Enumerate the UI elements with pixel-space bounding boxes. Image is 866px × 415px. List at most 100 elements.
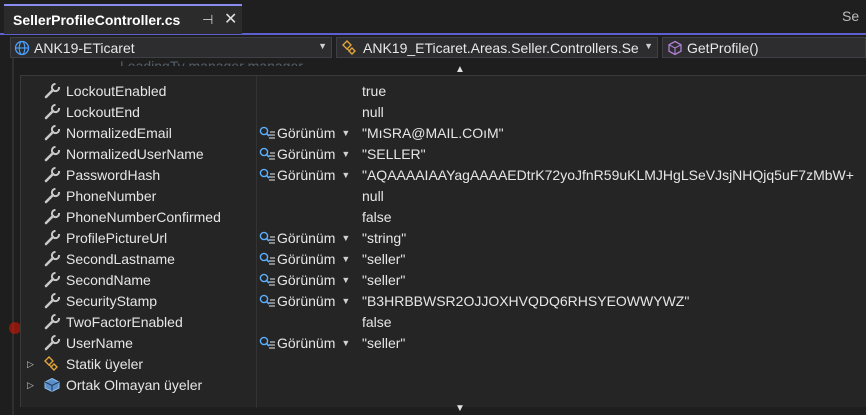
property-row[interactable]: LockoutEnabled true (21, 81, 866, 102)
visualizer-button[interactable]: Görünüm ▼ (259, 335, 350, 351)
chevron-down-icon[interactable]: ▼ (341, 170, 350, 180)
code-editor[interactable]: LeadingTy manager manager LockoutEnabled… (0, 58, 866, 415)
property-value[interactable]: false (362, 314, 392, 330)
pin-icon[interactable]: ⊣ (202, 12, 213, 28)
non-public-members-icon (43, 377, 61, 393)
text-visualizer-icon (259, 336, 275, 350)
chevron-down-icon[interactable]: ▼ (341, 128, 350, 138)
property-value[interactable]: true (362, 83, 386, 99)
property-row[interactable]: NormalizedUserName Görünüm ▼ "SELLER" (21, 144, 866, 165)
tab-overflow[interactable]: Se (842, 8, 859, 24)
property-value[interactable]: "string" (362, 230, 406, 246)
chevron-down-icon: ▼ (318, 41, 327, 51)
property-value[interactable]: false (362, 209, 392, 225)
visualizer-button[interactable]: Görünüm ▼ (259, 167, 350, 183)
visualizer-button[interactable]: Görünüm ▼ (259, 272, 350, 288)
property-name: NormalizedUserName (66, 146, 204, 162)
text-visualizer-icon (259, 252, 275, 266)
property-row[interactable]: PhoneNumber null (21, 186, 866, 207)
property-value[interactable]: "MıSRA@MAIL.COıM" (362, 125, 504, 141)
property-row[interactable]: ProfilePictureUrl Görünüm ▼ "string" (21, 228, 866, 249)
property-name: SecondName (66, 272, 151, 288)
property-name: PhoneNumberConfirmed (66, 209, 221, 225)
tab-sellerprofilecontroller[interactable]: SellerProfileController.cs ⊣ ✕ (4, 4, 242, 34)
member-group-row[interactable]: ▷ Ortak Olmayan üyeler (21, 375, 866, 396)
chevron-down-icon[interactable]: ▼ (341, 296, 350, 306)
editor-margin (12, 58, 14, 415)
chevron-down-icon[interactable]: ▼ (341, 233, 350, 243)
document-tab-strip: SellerProfileController.cs ⊣ ✕ Se (0, 0, 866, 35)
member-dropdown[interactable]: GetProfile() (662, 37, 866, 58)
property-name: ProfilePictureUrl (66, 230, 168, 246)
text-visualizer-icon (259, 147, 275, 161)
visualizer-button[interactable]: Görünüm ▼ (259, 230, 350, 246)
property-name: SecondLastname (66, 251, 175, 267)
group-name: Ortak Olmayan üyeler (66, 377, 203, 393)
property-name: PasswordHash (66, 167, 161, 183)
wrench-icon (43, 208, 61, 225)
property-value[interactable]: "seller" (362, 335, 405, 351)
property-value[interactable]: "seller" (362, 272, 405, 288)
property-row[interactable]: SecondName Görünüm ▼ "seller" (21, 270, 866, 291)
property-name: SecurityStamp (66, 293, 158, 309)
property-name: UserName (66, 335, 133, 351)
property-name: LockoutEnd (66, 104, 140, 120)
chevron-down-icon[interactable]: ▼ (341, 275, 350, 285)
visualizer-button[interactable]: Görünüm ▼ (259, 293, 350, 309)
property-value[interactable]: "SELLER" (362, 146, 426, 162)
member-group-row[interactable]: ▷ Statik üyeler (21, 354, 866, 375)
group-name: Statik üyeler (66, 356, 144, 372)
property-name: NormalizedEmail (66, 125, 172, 141)
wrench-icon (43, 292, 61, 309)
wrench-icon (43, 271, 61, 288)
visualizer-button[interactable]: Görünüm ▼ (259, 125, 350, 141)
property-row[interactable]: PasswordHash Görünüm ▼ "AQAAAAIAAYagAAAAEDt… (21, 165, 866, 186)
property-value[interactable]: "AQAAAAIAAYagAAAAEDtrK72yoJfnR59uKLMJHgL… (362, 167, 854, 183)
wrench-icon (43, 145, 61, 162)
type-dropdown[interactable]: ANK19_ETicaret.Areas.Seller.Controllers.… (336, 37, 658, 58)
property-value[interactable]: null (362, 188, 384, 204)
globe-icon (14, 40, 30, 55)
member-name: GetProfile() (687, 39, 759, 56)
property-row[interactable]: NormalizedEmail Görünüm ▼ "MıSRA@MAIL.COıM" (21, 123, 866, 144)
text-visualizer-icon (259, 273, 275, 287)
method-icon (668, 40, 682, 55)
expand-arrow-icon[interactable]: ▷ (27, 380, 34, 391)
property-row[interactable]: UserName Görünüm ▼ "seller" (21, 333, 866, 354)
wrench-icon (43, 229, 61, 246)
property-value[interactable]: "B3HRBBWSR2OJJOXHVQDQ6RHSYEOWWYWZ" (362, 293, 689, 309)
visualizer-label: Görünüm (277, 335, 336, 351)
code-line-peek: LeadingTy manager manager (120, 58, 303, 66)
property-row[interactable]: SecurityStamp Görünüm ▼ "B3HRBBWSR2OJJOXHVQ… (21, 291, 866, 312)
visualizer-button[interactable]: Görünüm ▼ (259, 146, 350, 162)
scroll-down-icon[interactable]: ▼ (455, 403, 465, 414)
tab-title: SellerProfileController.cs (13, 12, 181, 28)
text-visualizer-icon (259, 126, 275, 140)
text-visualizer-icon (259, 294, 275, 308)
property-value[interactable]: null (362, 104, 384, 120)
property-row[interactable]: SecondLastname Görünüm ▼ "seller" (21, 249, 866, 270)
visualizer-button[interactable]: Görünüm ▼ (259, 251, 350, 267)
property-name: TwoFactorEnabled (66, 314, 183, 330)
wrench-icon (43, 187, 61, 204)
chevron-down-icon[interactable]: ▼ (341, 149, 350, 159)
close-icon[interactable]: ✕ (224, 9, 237, 29)
chevron-down-icon[interactable]: ▼ (341, 254, 350, 264)
property-row[interactable]: PhoneNumberConfirmed false (21, 207, 866, 228)
project-dropdown[interactable]: ANK19-ETicaret ▼ (10, 37, 332, 58)
expand-arrow-icon[interactable]: ▷ (27, 359, 34, 370)
property-row[interactable]: TwoFactorEnabled false (21, 312, 866, 333)
property-row[interactable]: LockoutEnd null (21, 102, 866, 123)
navigation-bar: ANK19-ETicaret ▼ ANK19_ETicaret.Areas.Se… (0, 37, 866, 58)
visualizer-label: Görünüm (277, 230, 336, 246)
text-visualizer-icon (259, 231, 275, 245)
wrench-icon (43, 250, 61, 267)
property-value[interactable]: "seller" (362, 251, 405, 267)
chevron-down-icon[interactable]: ▼ (341, 338, 350, 348)
static-members-icon (43, 356, 61, 372)
visualizer-label: Görünüm (277, 251, 336, 267)
scroll-up-icon[interactable]: ▲ (455, 64, 465, 75)
visualizer-label: Görünüm (277, 272, 336, 288)
wrench-icon (43, 313, 61, 330)
visualizer-label: Görünüm (277, 125, 336, 141)
